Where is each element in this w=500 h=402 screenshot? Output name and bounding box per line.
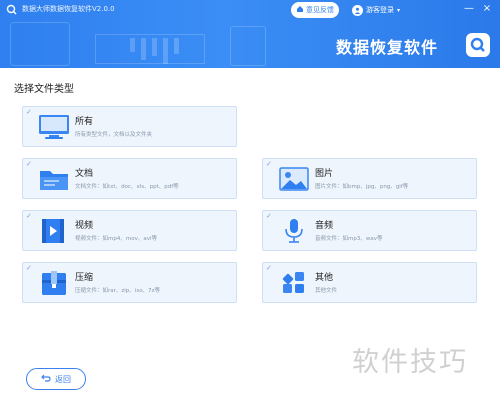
user-avatar-icon	[352, 4, 363, 16]
card-description: 所有类型文件，文档以及文件夹	[75, 132, 153, 138]
check-icon: ✓	[266, 160, 272, 168]
file-type-card-other[interactable]: ✓ 其他 其他文件	[262, 262, 477, 303]
file-type-card-document[interactable]: ✓ 文档 文档文件：如txt、doc、xls、ppt、pdf等	[22, 158, 237, 199]
header-decoration	[130, 38, 179, 64]
card-title: 压缩	[75, 273, 94, 283]
feedback-label: 意见反馈	[306, 6, 334, 14]
check-icon: ✓	[266, 212, 272, 220]
monitor-icon	[37, 113, 71, 141]
card-description: 音频文件：如mp3、wav等	[315, 236, 383, 242]
feedback-button[interactable]: 意见反馈	[291, 2, 339, 18]
card-description: 图片文件：如bmp、jpg、png、gif等	[315, 184, 409, 190]
app-header: 数据大师数据恢复软件V2.0.0 意见反馈 游客登录 ▾ — × 数据恢复软件	[0, 0, 500, 68]
check-icon: ✓	[26, 264, 32, 272]
section-title: 选择文件类型	[14, 84, 74, 95]
archive-icon	[37, 269, 71, 297]
folder-icon	[37, 165, 71, 193]
brand-title: 数据恢复软件	[336, 38, 439, 57]
brand-logo-icon	[466, 33, 490, 57]
microphone-icon	[277, 217, 311, 245]
check-icon: ✓	[26, 160, 32, 168]
file-type-card-video[interactable]: ✓ 视频 视频文件：如mp4、mov、avi等	[22, 210, 237, 251]
image-icon	[277, 165, 311, 193]
user-login[interactable]: 游客登录 ▾	[352, 3, 400, 17]
app-logo-icon	[6, 4, 17, 15]
file-type-card-archive[interactable]: ✓ 压缩 压缩文件：如rar、zip、iso、7z等	[22, 262, 237, 303]
card-title: 其他	[315, 273, 334, 283]
header-decoration	[10, 22, 70, 66]
check-icon: ✓	[26, 212, 32, 220]
watermark-text: 软件技巧	[352, 347, 468, 378]
video-icon	[37, 217, 71, 245]
close-button[interactable]: ×	[481, 2, 493, 16]
check-icon: ✓	[26, 108, 32, 116]
back-arrow-icon	[41, 374, 51, 384]
apps-grid-icon	[277, 269, 311, 297]
card-title: 所有	[75, 117, 94, 127]
back-button[interactable]: 返回	[26, 368, 86, 390]
home-icon	[296, 5, 304, 15]
file-type-card-audio[interactable]: ✓ 音频 音频文件：如mp3、wav等	[262, 210, 477, 251]
card-title: 音频	[315, 221, 334, 231]
card-description: 文档文件：如txt、doc、xls、ppt、pdf等	[75, 184, 179, 190]
check-icon: ✓	[266, 264, 272, 272]
card-title: 视频	[75, 221, 94, 231]
file-type-card-all[interactable]: ✓ 所有 所有类型文件，文档以及文件夹	[22, 106, 237, 147]
header-decoration	[230, 26, 266, 66]
card-description: 压缩文件：如rar、zip、iso、7z等	[75, 288, 160, 294]
card-title: 文档	[75, 169, 94, 179]
minimize-button[interactable]: —	[463, 2, 475, 16]
back-label: 返回	[55, 374, 71, 384]
card-title: 图片	[315, 169, 334, 179]
user-name: 游客登录	[366, 6, 394, 14]
card-description: 视频文件：如mp4、mov、avi等	[75, 236, 157, 242]
chevron-down-icon: ▾	[397, 6, 401, 14]
window-title: 数据大师数据恢复软件V2.0.0	[22, 5, 115, 13]
card-description: 其他文件	[315, 288, 338, 294]
file-type-card-image[interactable]: ✓ 图片 图片文件：如bmp、jpg、png、gif等	[262, 158, 477, 199]
